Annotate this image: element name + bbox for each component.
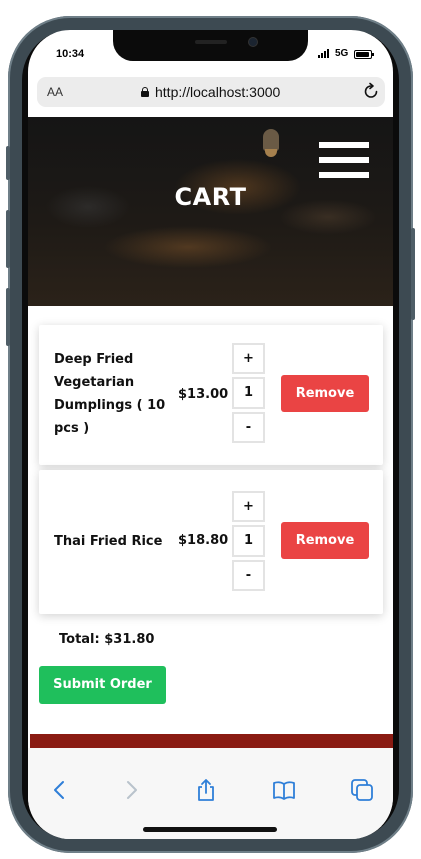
footer-strip (30, 734, 393, 748)
lamp-image (257, 129, 285, 163)
bookmarks-icon[interactable] (272, 778, 296, 802)
address-bar[interactable]: AA http://localhost:3000 (37, 77, 385, 107)
lock-icon (140, 87, 149, 97)
cart-item-card: Deep Fried Vegetarian Dumplings ( 10 pcs… (39, 325, 383, 465)
submit-order-button[interactable]: Submit Order (39, 666, 166, 704)
reload-icon[interactable] (362, 82, 380, 100)
forward-icon[interactable] (119, 778, 143, 802)
url-text[interactable]: http://localhost:3000 (155, 84, 280, 100)
volume-button (6, 288, 10, 346)
item-price: $13.00 (178, 387, 229, 402)
back-icon[interactable] (48, 778, 72, 802)
item-name: Deep Fried Vegetarian Dumplings ( 10 pcs… (54, 352, 166, 436)
cart-item-card: Thai Fried Rice $18.80 + 1 - Remove (39, 470, 383, 614)
item-price: $18.80 (178, 533, 229, 548)
battery-icon (354, 50, 374, 59)
status-bar: 10:34 5G (28, 30, 393, 76)
remove-button[interactable]: Remove (281, 375, 369, 412)
order-total: Total: $31.80 (59, 632, 155, 647)
volume-down-button (6, 210, 10, 268)
power-button (411, 228, 415, 320)
decrement-button[interactable]: - (232, 560, 265, 591)
signal-icon (318, 49, 329, 58)
remove-button[interactable]: Remove (281, 522, 369, 559)
volume-up-button (6, 146, 10, 180)
camera-notch (113, 30, 308, 61)
network-type: 5G (335, 48, 349, 59)
page-title: CART (174, 183, 247, 211)
share-icon[interactable] (194, 778, 218, 802)
text-size-button[interactable]: AA (47, 85, 63, 99)
home-indicator (143, 827, 277, 832)
status-time: 10:34 (56, 48, 85, 60)
quantity-value[interactable]: 1 (232, 377, 265, 409)
front-camera (249, 38, 257, 46)
quantity-value[interactable]: 1 (232, 525, 265, 557)
browser-toolbar (28, 748, 393, 839)
speaker-grille (195, 40, 227, 44)
tabs-icon[interactable] (350, 778, 374, 802)
hamburger-menu-icon[interactable] (319, 142, 369, 178)
hero-banner: CART (28, 117, 393, 306)
decrement-button[interactable]: - (232, 412, 265, 443)
item-name: Thai Fried Rice (54, 534, 163, 549)
phone-screen: 10:34 5G AA http://localhost:3000 CART D… (28, 30, 393, 839)
increment-button[interactable]: + (232, 343, 265, 374)
increment-button[interactable]: + (232, 491, 265, 522)
